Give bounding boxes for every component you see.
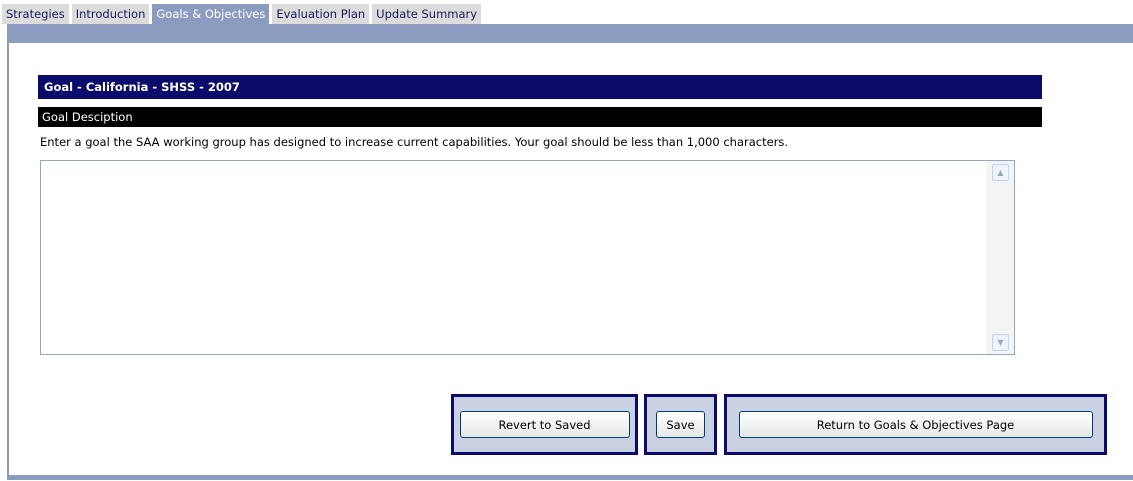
scroll-up-arrow-icon[interactable]: ▲ bbox=[992, 164, 1009, 181]
tab-bar: Strategies Introduction Goals & Objectiv… bbox=[2, 4, 482, 24]
tab-content-bar bbox=[7, 24, 1133, 43]
revert-button-frame: Revert to Saved bbox=[451, 394, 638, 455]
return-to-goals-objectives-button[interactable]: Return to Goals & Objectives Page bbox=[738, 411, 1093, 438]
save-button[interactable]: Save bbox=[656, 411, 705, 438]
tab-introduction[interactable]: Introduction bbox=[71, 4, 150, 24]
goal-textarea-container: ▲ ▼ bbox=[40, 160, 1015, 355]
goal-header: Goal - California - SHSS - 2007 bbox=[38, 75, 1042, 99]
return-button-frame: Return to Goals & Objectives Page bbox=[724, 394, 1107, 455]
tab-goals-objectives[interactable]: Goals & Objectives bbox=[152, 4, 270, 24]
tab-strategies[interactable]: Strategies bbox=[2, 4, 69, 24]
save-button-frame: Save bbox=[644, 394, 717, 455]
revert-to-saved-button[interactable]: Revert to Saved bbox=[459, 411, 630, 438]
tab-evaluation-plan[interactable]: Evaluation Plan bbox=[272, 4, 370, 24]
vertical-scrollbar[interactable]: ▲ ▼ bbox=[986, 161, 1014, 354]
scroll-down-arrow-icon[interactable]: ▼ bbox=[992, 334, 1009, 351]
goal-instructions: Enter a goal the SAA working group has d… bbox=[40, 135, 789, 149]
goal-description-input[interactable] bbox=[41, 161, 986, 354]
tab-update-summary[interactable]: Update Summary bbox=[372, 4, 482, 24]
goal-description-header: Goal Desciption bbox=[38, 107, 1042, 127]
